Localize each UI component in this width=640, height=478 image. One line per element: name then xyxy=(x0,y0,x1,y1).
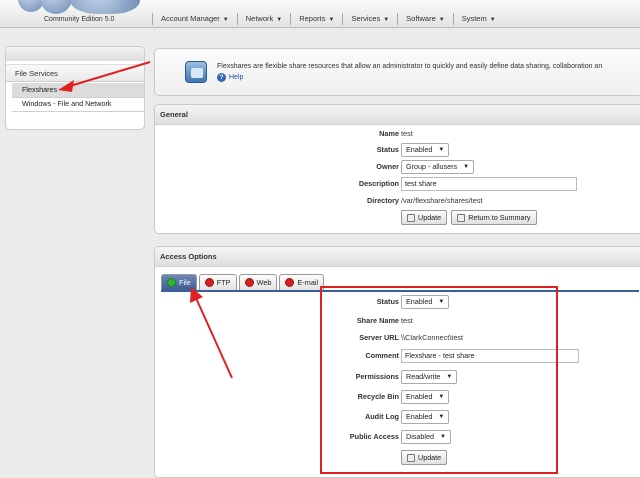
info-bar: Flexshares are flexible share resources … xyxy=(154,48,640,96)
tab-file[interactable]: File xyxy=(161,274,197,290)
update-button[interactable]: Update xyxy=(401,210,448,225)
directory-label: Directory xyxy=(366,196,399,205)
status-row: Status Enabled ▼ xyxy=(155,143,640,157)
tab-email[interactable]: E-mail xyxy=(279,274,325,290)
menu-account-manager[interactable]: Account Manager ▼ xyxy=(152,13,237,25)
return-label: Return to Summary xyxy=(468,212,531,222)
status-select[interactable]: Enabled ▼ xyxy=(401,143,450,157)
menu-label: Reports xyxy=(299,14,326,23)
panel-title: General xyxy=(155,105,640,125)
menu-label: Services xyxy=(351,14,381,23)
help-label: Help xyxy=(229,74,244,81)
general-panel: General Name test Status Enabled ▼ Owner … xyxy=(154,104,640,234)
chevron-down-icon: ▼ xyxy=(438,17,445,23)
menu-system[interactable]: System ▼ xyxy=(452,13,504,25)
menu-label: Account Manager xyxy=(161,14,220,23)
sidebar-item-flexshares[interactable]: Flexshares xyxy=(12,83,144,97)
return-icon xyxy=(457,213,466,222)
divider xyxy=(12,111,144,112)
status-red-icon xyxy=(204,278,214,287)
chevron-down-icon: ▼ xyxy=(463,164,470,170)
general-actions: Update Return to Summary xyxy=(155,210,640,226)
help-icon: ? xyxy=(217,73,226,82)
status-label: Status xyxy=(376,145,399,154)
sidebar-section-title: File Services xyxy=(6,64,144,82)
name-row: Name test xyxy=(155,127,640,141)
tab-label: E-mail xyxy=(297,278,319,287)
name-value: test xyxy=(401,129,413,138)
menu-label: Software xyxy=(406,14,436,23)
owner-select[interactable]: Group - allusers ▼ xyxy=(401,160,475,174)
top-bar: Community Edition 5.0 Account Manager ▼ N… xyxy=(0,0,640,28)
tab-label: File xyxy=(179,278,191,287)
tab-label: Web xyxy=(256,278,272,287)
menu-label: System xyxy=(461,14,487,23)
directory-value: /var/flexshare/shares/test xyxy=(401,196,483,205)
help-link[interactable]: ? Help xyxy=(217,73,243,82)
chevron-down-icon: ▼ xyxy=(276,17,283,23)
owner-row: Owner Group - allusers ▼ xyxy=(155,160,640,174)
update-icon xyxy=(407,213,415,222)
menu-network[interactable]: Network ▼ xyxy=(236,13,290,25)
tab-ftp[interactable]: FTP xyxy=(198,274,237,290)
owner-value: Group - allusers xyxy=(406,162,458,171)
status-red-icon xyxy=(285,278,295,287)
sidebar: File Services Flexshares Windows - File … xyxy=(5,46,145,130)
update-label: Update xyxy=(418,212,442,222)
chevron-down-icon: ▼ xyxy=(489,17,496,23)
owner-label: Owner xyxy=(376,162,399,171)
description-field[interactable]: test share xyxy=(401,177,577,191)
chevron-down-icon: ▼ xyxy=(222,17,229,23)
directory-row: Directory /var/flexshare/shares/test xyxy=(155,194,640,208)
flexshare-icon xyxy=(185,61,207,83)
chevron-down-icon: ▼ xyxy=(438,147,445,153)
info-text: Flexshares are flexible share resources … xyxy=(217,63,603,70)
tab-label: FTP xyxy=(216,278,231,287)
description-row: Description test share xyxy=(155,177,640,191)
tab-web[interactable]: Web xyxy=(238,274,278,290)
menu-reports[interactable]: Reports ▼ xyxy=(290,13,342,25)
description-label: Description xyxy=(358,179,399,188)
chevron-down-icon: ▼ xyxy=(383,17,390,23)
chevron-down-icon: ▼ xyxy=(328,17,335,23)
status-red-icon xyxy=(244,278,254,287)
status-green-icon xyxy=(167,278,176,287)
annotation-highlight-box xyxy=(320,286,558,474)
menu-label: Network xyxy=(245,14,274,23)
edition-label: Community Edition 5.0 xyxy=(44,16,115,23)
return-to-summary-button[interactable]: Return to Summary xyxy=(451,210,537,225)
menu-services[interactable]: Services ▼ xyxy=(342,13,397,25)
main-menu: Account Manager ▼ Network ▼ Reports ▼ Servi… xyxy=(152,13,504,25)
sidebar-header xyxy=(6,47,144,61)
access-tabs: File FTP Web E-mail xyxy=(161,274,326,290)
name-label: Name xyxy=(379,129,399,138)
menu-software[interactable]: Software ▼ xyxy=(397,13,453,25)
status-value: Enabled xyxy=(406,145,433,154)
sidebar-item-windows-file-network[interactable]: Windows - File and Network xyxy=(12,97,144,111)
logo xyxy=(0,0,150,28)
panel-title: Access Options xyxy=(155,247,640,267)
